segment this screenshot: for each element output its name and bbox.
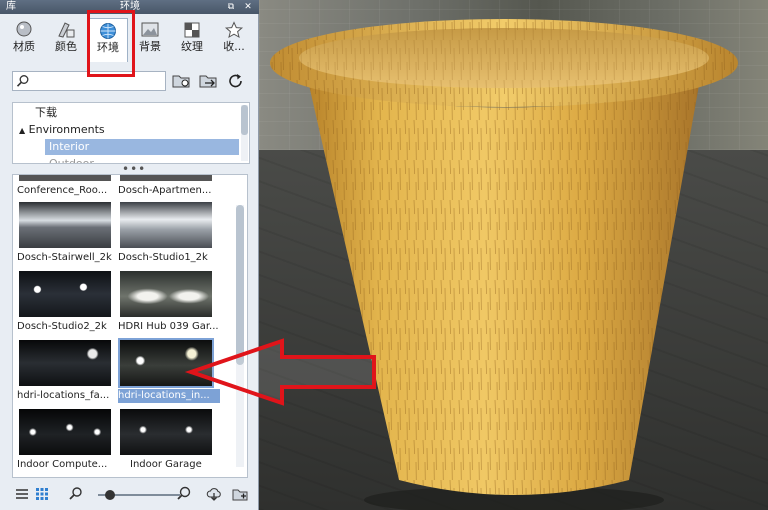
env-thumbnail bbox=[118, 338, 214, 388]
refresh-icon[interactable] bbox=[226, 72, 246, 90]
env-thumbnail bbox=[19, 175, 111, 181]
env-thumbnail bbox=[120, 202, 212, 248]
env-thumbnail bbox=[19, 340, 111, 386]
tab-background[interactable]: 背景 bbox=[130, 18, 170, 62]
env-item[interactable]: Indoor Compute... bbox=[15, 409, 119, 477]
zoom-slider-knob[interactable] bbox=[105, 490, 116, 500]
folder-network-icon[interactable] bbox=[199, 72, 219, 90]
env-thumbnail bbox=[19, 271, 111, 317]
zoom-in-icon[interactable] bbox=[176, 486, 192, 502]
tab-label: 背景 bbox=[139, 40, 161, 53]
annotation-highlight-box bbox=[87, 10, 135, 77]
panel-bottom-toolbar bbox=[12, 484, 254, 506]
library-panel: 库 环境 ⧉ ✕ 材质 颜色 环境 背景 纹理 收... 下载 ▲ Enviro… bbox=[0, 0, 259, 510]
tree-scroll-thumb[interactable] bbox=[241, 105, 248, 135]
env-item[interactable]: Indoor Garage bbox=[116, 409, 220, 477]
tab-texture[interactable]: 纹理 bbox=[172, 18, 212, 62]
tree-item-interior[interactable]: Interior bbox=[45, 139, 239, 155]
screenshot: 库 环境 ⧉ ✕ 材质 颜色 环境 背景 纹理 收... 下载 ▲ Enviro… bbox=[0, 0, 768, 510]
env-caption: Dosch-Studio1_2k bbox=[118, 252, 208, 263]
tab-color[interactable]: 颜色 bbox=[46, 18, 86, 62]
tree-item-label: Environments bbox=[28, 123, 105, 136]
folder-search-icon[interactable] bbox=[172, 72, 192, 90]
env-item[interactable]: HDRI Hub 039 Gar... bbox=[116, 271, 220, 339]
tree-item-environments[interactable]: ▲ Environments bbox=[19, 122, 105, 138]
render-viewport[interactable] bbox=[259, 0, 768, 510]
tab-label: 收... bbox=[223, 40, 245, 53]
env-caption: Dosch-Studio2_2k bbox=[17, 321, 107, 332]
star-icon bbox=[224, 21, 244, 39]
tab-label: 纹理 bbox=[181, 40, 203, 53]
tree-expand-icon[interactable]: ▲ bbox=[19, 126, 25, 135]
panel-splitter[interactable]: ••• bbox=[122, 163, 146, 175]
env-thumbnail bbox=[120, 175, 212, 181]
grid-view-icon[interactable] bbox=[34, 486, 50, 502]
folder-tree: 下载 ▲ Environments Interior Outdoor bbox=[12, 102, 250, 164]
grid-scrollbar[interactable] bbox=[236, 205, 244, 467]
env-caption: Indoor Garage bbox=[130, 459, 202, 470]
env-item[interactable]: Dosch-Stairwell_2k bbox=[15, 202, 119, 270]
env-item[interactable]: hdri-locations_fa... bbox=[15, 340, 119, 408]
env-thumbnail bbox=[120, 271, 212, 317]
env-caption: Indoor Compute... bbox=[17, 459, 108, 470]
tab-favorites[interactable]: 收... bbox=[214, 18, 254, 62]
tree-item-downloads[interactable]: 下载 bbox=[35, 105, 57, 121]
material-ball-icon bbox=[16, 21, 32, 37]
tree-item-outdoor[interactable]: Outdoor bbox=[49, 156, 94, 163]
palette-icon bbox=[58, 22, 75, 38]
env-caption: Dosch-Stairwell_2k bbox=[17, 252, 112, 263]
grid-scroll-thumb[interactable] bbox=[236, 205, 244, 365]
list-view-icon[interactable] bbox=[14, 486, 30, 502]
env-item[interactable]: Dosch-Studio2_2k bbox=[15, 271, 119, 339]
restore-button[interactable]: ⧉ bbox=[226, 2, 236, 12]
tab-label: 材质 bbox=[13, 40, 35, 53]
search-icon bbox=[16, 75, 29, 87]
env-thumbnail bbox=[19, 202, 111, 248]
env-caption: hdri-locations_in... bbox=[118, 389, 220, 403]
env-item[interactable]: Conference_Roo... bbox=[15, 175, 119, 203]
folder-add-icon[interactable] bbox=[232, 486, 248, 502]
zoom-out-icon[interactable] bbox=[68, 486, 84, 502]
env-thumbnail bbox=[19, 409, 111, 455]
env-caption: Conference_Roo... bbox=[17, 185, 108, 196]
env-caption: hdri-locations_fa... bbox=[17, 390, 110, 401]
environment-grid: Conference_Roo... Dosch-Apartmen... Dosc… bbox=[12, 174, 248, 478]
env-item[interactable]: Dosch-Studio1_2k bbox=[116, 202, 220, 270]
texture-icon bbox=[184, 22, 200, 38]
cloud-download-icon[interactable] bbox=[206, 486, 222, 502]
picture-icon bbox=[141, 22, 159, 37]
wooden-cup-render bbox=[270, 19, 738, 510]
panel-title: 库 bbox=[6, 1, 16, 12]
env-item[interactable]: Dosch-Apartmen... bbox=[116, 175, 220, 203]
tab-label: 颜色 bbox=[55, 40, 77, 53]
tab-material[interactable]: 材质 bbox=[4, 18, 44, 62]
env-thumbnail bbox=[120, 409, 212, 455]
env-item-selected[interactable]: hdri-locations_in... bbox=[116, 338, 220, 408]
env-caption: Dosch-Apartmen... bbox=[118, 185, 212, 196]
close-button[interactable]: ✕ bbox=[243, 2, 253, 12]
tree-scrollbar[interactable] bbox=[241, 105, 248, 161]
env-caption: HDRI Hub 039 Gar... bbox=[118, 321, 219, 332]
